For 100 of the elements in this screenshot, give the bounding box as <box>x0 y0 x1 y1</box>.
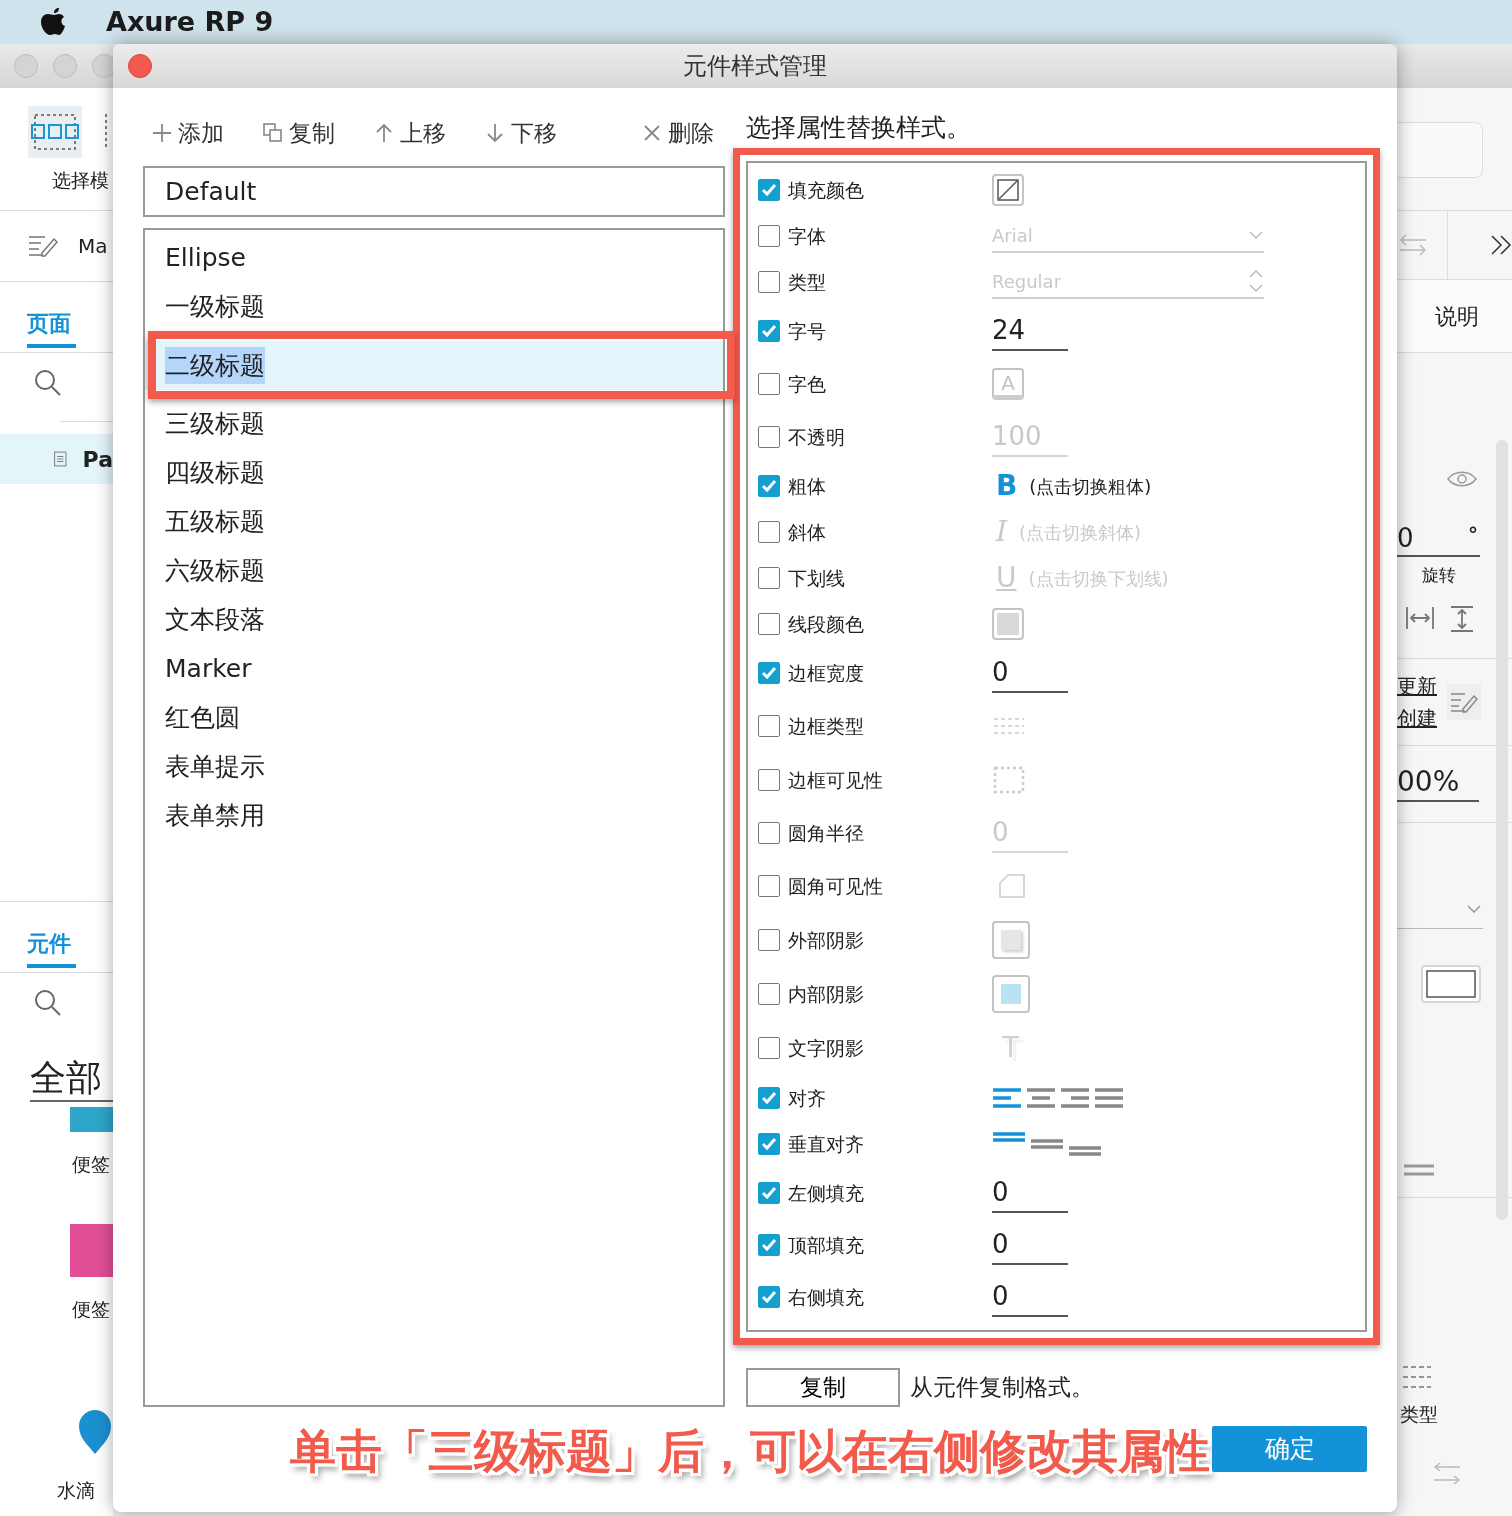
toolbar-button[interactable]: 删除 <box>642 115 714 151</box>
opacity-value: 00% <box>1397 763 1479 802</box>
annotation-text: 单击「三级标题」后，可以在右侧修改其属性 <box>290 1422 1210 1480</box>
property-label: 文字阴影 <box>788 1035 865 1061</box>
checkbox[interactable] <box>758 1182 780 1204</box>
property-label: 不透明 <box>788 424 846 450</box>
checkbox[interactable] <box>758 983 780 1005</box>
checkbox[interactable] <box>758 225 780 247</box>
edit-icon[interactable] <box>28 233 58 259</box>
style-list-item[interactable]: Marker <box>145 644 723 693</box>
toolbar-button[interactable]: 上移 <box>374 115 446 151</box>
fit-height-icon[interactable] <box>1449 604 1475 633</box>
copy-button[interactable]: 复制 <box>746 1368 900 1407</box>
style-list-item[interactable]: 二级标题 <box>145 341 723 390</box>
dotted-square-icon[interactable] <box>992 765 1026 795</box>
fill-color-swatch[interactable] <box>992 174 1024 206</box>
checkbox[interactable] <box>758 320 780 342</box>
checkbox[interactable] <box>758 373 780 395</box>
instruction-text: 选择属性替换样式。 <box>746 112 972 144</box>
checkbox[interactable] <box>758 1133 780 1155</box>
style-list-item[interactable]: 表单禁用 <box>145 791 723 840</box>
property-label: 垂直对齐 <box>788 1131 865 1157</box>
widget-label: 便签 <box>72 1296 111 1322</box>
fit-width-icon[interactable] <box>1405 604 1435 631</box>
checkbox[interactable] <box>758 1087 780 1109</box>
checkbox[interactable] <box>758 475 780 497</box>
degree-unit: ° <box>1468 521 1478 548</box>
align-center-icon[interactable] <box>1026 1087 1056 1109</box>
edit-button[interactable] <box>1447 683 1481 720</box>
style-list-item[interactable]: 表单提示 <box>145 742 723 791</box>
align-left-icon[interactable] <box>992 1087 1022 1109</box>
number-field[interactable]: 0 <box>992 1225 1068 1265</box>
checkbox[interactable] <box>758 1234 780 1256</box>
checkbox[interactable] <box>758 567 780 589</box>
close-button[interactable] <box>128 54 152 78</box>
checkbox[interactable] <box>758 613 780 635</box>
toolbar-button[interactable]: 复制 <box>263 115 335 151</box>
checkbox[interactable] <box>758 1286 780 1308</box>
number-field[interactable]: 24 <box>992 311 1068 351</box>
dashed-lines-icon[interactable] <box>1402 1363 1432 1390</box>
style-list-item[interactable]: 红色圆 <box>145 693 723 742</box>
property-label: 对齐 <box>788 1085 827 1111</box>
inner-shadow-button[interactable] <box>992 975 1030 1013</box>
align-right-icon[interactable] <box>1060 1087 1090 1109</box>
checkbox[interactable] <box>758 662 780 684</box>
search-icon[interactable] <box>34 989 62 1017</box>
style-list-item[interactable]: 文本段落 <box>145 595 723 644</box>
swap-arrows-icon[interactable] <box>1433 1462 1461 1486</box>
checkbox[interactable] <box>758 769 780 791</box>
input-field[interactable] <box>1397 122 1483 178</box>
style-list-item[interactable]: 五级标题 <box>145 497 723 546</box>
drop-icon[interactable] <box>77 1408 113 1456</box>
style-list-item[interactable]: 四级标题 <box>145 448 723 497</box>
style-list-item[interactable]: 三级标题 <box>145 399 723 448</box>
apple-icon[interactable] <box>40 6 68 38</box>
number-field[interactable]: 0 <box>992 1277 1068 1317</box>
app-name[interactable]: Axure RP 9 <box>106 1 274 43</box>
checkbox[interactable] <box>758 179 780 201</box>
checkbox[interactable] <box>758 715 780 737</box>
checkbox[interactable] <box>758 1037 780 1059</box>
property-label: 内部阴影 <box>788 981 865 1007</box>
style-list-item[interactable]: 一级标题 <box>145 282 723 331</box>
chevron-icon <box>1248 230 1264 240</box>
number-field[interactable]: 0 <box>992 653 1068 693</box>
checkbox[interactable] <box>758 875 780 897</box>
checkbox[interactable] <box>758 521 780 543</box>
checkbox[interactable] <box>758 822 780 844</box>
page-name: Pa <box>82 445 113 474</box>
link[interactable]: 更新 <box>1397 669 1437 702</box>
search-icon[interactable] <box>34 369 62 397</box>
notes-tab[interactable]: 说明 <box>1435 299 1479 333</box>
number-field[interactable]: 0 <box>992 1173 1068 1213</box>
double-chevron-icon[interactable] <box>1490 234 1512 256</box>
checkbox[interactable] <box>758 271 780 293</box>
line-color-swatch[interactable] <box>992 608 1024 640</box>
link[interactable]: 创建 <box>1397 701 1437 734</box>
select-mode-button[interactable] <box>28 106 82 158</box>
rectangle-icon[interactable] <box>1421 964 1481 1003</box>
swap-arrows-icon[interactable] <box>1398 234 1428 256</box>
justify-icon[interactable] <box>1094 1087 1124 1109</box>
toggle-hint: (点击切换粗体) <box>1029 474 1152 499</box>
checkbox[interactable] <box>758 426 780 448</box>
page-list-item[interactable]: Pa <box>0 434 113 484</box>
style-list-item[interactable]: 六级标题 <box>145 546 723 595</box>
toolbar-button[interactable]: 添加 <box>152 115 224 151</box>
up-arrow-icon <box>374 123 394 143</box>
plus-icon <box>152 123 172 143</box>
property-label: 边框宽度 <box>788 660 865 686</box>
eye-icon[interactable] <box>1447 469 1477 489</box>
scrollbar[interactable] <box>1496 440 1508 1220</box>
chevron-icon[interactable] <box>1467 904 1481 913</box>
widget-label: 便签 <box>72 1152 111 1177</box>
style-list-item[interactable]: Ellipse <box>145 233 723 282</box>
checkbox[interactable] <box>758 929 780 951</box>
toolbar-button[interactable]: 下移 <box>485 115 557 151</box>
outer-shadow-button[interactable] <box>992 921 1030 959</box>
select-mode-icon <box>31 112 79 152</box>
double-line-icon[interactable] <box>1403 1162 1435 1177</box>
spinner-icon <box>1248 267 1264 295</box>
default-style-item[interactable]: Default <box>143 166 725 217</box>
